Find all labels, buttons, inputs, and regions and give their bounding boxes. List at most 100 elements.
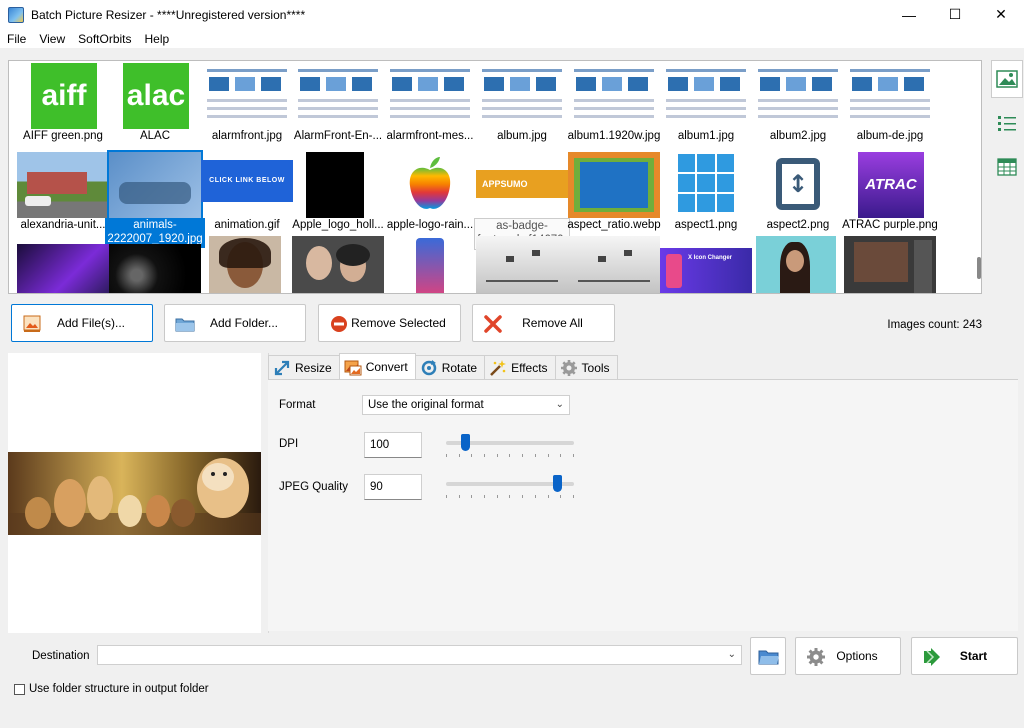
menu-file[interactable]: File [7, 32, 26, 46]
format-select[interactable]: Use the original format ⌄ [362, 395, 570, 415]
destination-label: Destination [32, 650, 90, 662]
folder-structure-checkbox[interactable]: Use folder structure in output folder [14, 683, 209, 695]
thumbnail-image [201, 63, 293, 129]
list-view-icon[interactable] [991, 104, 1023, 142]
details-view-icon[interactable] [991, 148, 1023, 186]
thumbnail-item[interactable]: aspect_ratio.webp [567, 150, 661, 240]
thumbnail-image [844, 236, 936, 293]
thumbnail-item[interactable]: alarmfront-mes... [384, 61, 476, 151]
add-folder-button[interactable]: Add Folder... [164, 304, 306, 342]
thumbnail-image: ↕ [752, 152, 844, 218]
thumbnail-item[interactable] [384, 234, 476, 293]
thumbnail-item[interactable] [752, 234, 844, 293]
thumbnail-caption: aspect2.png [766, 219, 830, 231]
thumbnail-item[interactable]: album1.1920w.jpg [568, 61, 660, 151]
thumbnail-item[interactable]: aiff AIFF green.png [17, 61, 109, 151]
tab-rotate[interactable]: Rotate [414, 355, 486, 379]
thumbnail-caption: AlarmFront-En-... [293, 130, 383, 142]
format-label: Format [279, 399, 316, 411]
dpi-slider-knob[interactable] [461, 434, 471, 451]
thumbnail-caption: ALAC [139, 130, 171, 142]
thumbnail-caption: alarmfront.jpg [211, 130, 283, 142]
thumbnail-item[interactable]: CLICK LINK BELOW animation.gif [201, 150, 293, 240]
close-button[interactable]: ✕ [978, 0, 1024, 29]
thumbnail-item[interactable]: APPSUMOas-badge-featured.cf14670. [474, 150, 570, 250]
remove-all-button[interactable]: Remove All [472, 304, 615, 342]
images-count: Images count: 243 [887, 319, 982, 331]
minimize-button[interactable]: — [886, 0, 932, 29]
thumbnail-caption: Apple_logo_holl... [292, 219, 384, 231]
thumbnail-image [660, 63, 752, 129]
thumbnail-image: CLICK LINK BELOW [201, 160, 293, 202]
menu-view[interactable]: View [39, 32, 65, 46]
thumbnail-image [678, 154, 734, 212]
browse-folder-button[interactable] [750, 637, 786, 675]
tab-tools[interactable]: Tools [554, 355, 618, 379]
thumbnail-item[interactable]: album2.jpg [752, 61, 844, 151]
jpeg-quality-input[interactable]: 90 [364, 474, 422, 500]
thumbnail-image [17, 152, 109, 218]
add-files-button[interactable]: Add File(s)... [11, 304, 153, 342]
thumbnail-item[interactable]: alarmfront.jpg [201, 61, 293, 151]
thumbnail-view-icon[interactable] [991, 60, 1023, 98]
thumbnail-caption: album-de.jpg [856, 130, 924, 142]
chevron-down-icon[interactable]: ⌄ [728, 649, 736, 660]
options-button[interactable]: Options [795, 637, 901, 675]
jpeg-slider-ticks [446, 495, 574, 499]
remove-selected-button[interactable]: Remove Selected [318, 304, 461, 342]
thumbnail-item[interactable] [109, 234, 201, 293]
thumbnail-image [292, 63, 384, 129]
tab-convert[interactable]: Convert [338, 353, 416, 379]
thumbnail-item[interactable]: alac ALAC [109, 61, 201, 151]
tab-effects[interactable]: Effects [484, 355, 556, 379]
thumbnail-item[interactable]: ↕ aspect2.png [752, 150, 844, 240]
thumbnail-item[interactable]: Apple_logo_holl... [292, 150, 384, 240]
thumbnail-image [568, 152, 660, 218]
image-list[interactable]: aiff AIFF green.png alac ALAC alarmfront.jpg… [8, 60, 982, 294]
thumbnail-item[interactable] [568, 234, 660, 293]
tab-resize[interactable]: Resize [268, 355, 340, 379]
thumbnail-caption: album1.1920w.jpg [567, 130, 661, 142]
menu-softorbits[interactable]: SoftOrbits [78, 32, 131, 46]
thumbnail-image [17, 244, 109, 293]
thumbnail-item[interactable] [292, 234, 384, 293]
start-button[interactable]: Start [911, 637, 1018, 675]
resize-icon [274, 360, 290, 375]
menu-help[interactable]: Help [145, 32, 170, 46]
thumbnail-item[interactable]: aspect1.png [660, 150, 752, 240]
thumbnail-caption: animation.gif [214, 219, 280, 231]
thumbnail-caption: ATRAC purple.png [842, 219, 938, 231]
magic-wand-icon [490, 359, 507, 376]
delete-x-icon [484, 315, 502, 333]
tab-strip: Resize Convert Rotate Effects Tools [268, 353, 618, 379]
checkbox-box[interactable] [14, 683, 25, 695]
thumbnail-image [414, 236, 446, 293]
thumbnail-item[interactable]: X Icon Changer [660, 234, 752, 293]
thumbnail-item[interactable]: ATRAC ATRAC purple.png [842, 150, 938, 240]
jpeg-slider-knob[interactable] [553, 475, 563, 492]
thumbnail-item[interactable] [201, 234, 293, 293]
scrollbar-thumb[interactable] [977, 257, 981, 279]
thumbnail-item[interactable]: album.jpg [476, 61, 568, 151]
thumbnail-item[interactable]: album1.jpg [660, 61, 752, 151]
maximize-button[interactable]: ☐ [932, 0, 978, 29]
thumbnail-image [844, 63, 936, 129]
thumbnail-item[interactable] [844, 234, 936, 293]
thumbnail-image [568, 236, 660, 293]
thumbnail-item[interactable] [476, 234, 568, 293]
menu-bar: File View SoftOrbits Help [0, 29, 1024, 48]
dpi-input[interactable]: 100 [364, 432, 422, 458]
thumbnail-item[interactable] [17, 234, 109, 293]
thumbnail-image [209, 236, 281, 293]
dpi-slider-ticks [446, 454, 574, 458]
thumbnail-image [476, 63, 568, 129]
dpi-slider[interactable] [446, 434, 574, 457]
thumbnail-item[interactable]: AlarmFront-En-... [292, 61, 384, 151]
jpeg-quality-slider[interactable] [446, 475, 574, 498]
thumbnail-item[interactable]: animals-2222007_1920.jpg [105, 150, 205, 248]
thumbnail-item[interactable]: apple-logo-rain... [384, 150, 476, 240]
thumbnail-item[interactable]: album-de.jpg [844, 61, 936, 151]
thumbnail-item[interactable]: alexandria-unit... [17, 150, 109, 240]
thumbnail-caption: album1.jpg [677, 130, 735, 142]
destination-input[interactable]: ⌄ [97, 645, 742, 665]
